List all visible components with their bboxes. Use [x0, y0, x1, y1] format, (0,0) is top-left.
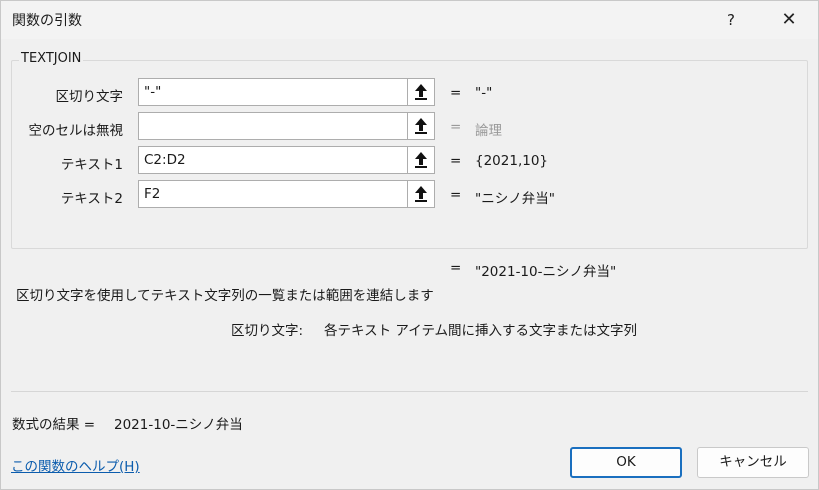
- function-arguments-dialog: 関数の引数 ? ✕ TEXTJOIN 区切り文字 "-" = "-" 空のセルは…: [0, 0, 819, 490]
- arg-input-delimiter[interactable]: "-": [138, 78, 435, 106]
- equals-sign: =: [450, 187, 462, 203]
- close-icon[interactable]: ✕: [769, 4, 809, 36]
- arg-label-ignore-empty: 空のセルは無視: [28, 123, 124, 139]
- arg-value-ignore-empty: 論理: [475, 123, 502, 139]
- arg-input-value: C2:D2: [144, 152, 186, 168]
- collapse-dialog-icon: [415, 186, 427, 202]
- function-name: TEXTJOIN: [19, 51, 84, 66]
- function-help-link[interactable]: この関数のヘルプ(H): [11, 455, 140, 475]
- equals-sign: =: [450, 85, 462, 101]
- arg-label-text2: テキスト2: [60, 191, 123, 207]
- cancel-button[interactable]: キャンセル: [697, 447, 809, 478]
- dialog-title: 関数の引数: [12, 13, 82, 29]
- collapse-dialog-icon: [415, 152, 427, 168]
- formula-result-value: 2021-10-ニシノ弁当: [114, 417, 243, 433]
- collapse-dialog-button[interactable]: [407, 147, 434, 173]
- collapse-dialog-button[interactable]: [407, 113, 434, 139]
- function-description: 区切り文字を使用してテキスト文字列の一覧または範囲を連結します: [16, 288, 434, 304]
- function-result-preview: "2021-10-ニシノ弁当": [475, 264, 617, 280]
- ok-button[interactable]: OK: [570, 447, 682, 478]
- collapse-dialog-icon: [415, 118, 427, 134]
- divider: [11, 391, 808, 392]
- arg-value-delimiter: "-": [475, 85, 493, 101]
- title-bar[interactable]: 関数の引数 ? ✕: [1, 1, 818, 39]
- collapse-dialog-icon: [415, 84, 427, 100]
- arg-input-value: F2: [144, 186, 161, 202]
- arg-input-text2[interactable]: F2: [138, 180, 435, 208]
- result-equals-sign: =: [450, 260, 462, 276]
- arg-input-ignore-empty[interactable]: [138, 112, 435, 140]
- collapse-dialog-button[interactable]: [407, 181, 434, 207]
- arg-value-text1: {2021,10}: [475, 153, 549, 169]
- equals-sign: =: [450, 153, 462, 169]
- formula-result-label: 数式の結果 =: [12, 417, 96, 433]
- arg-value-text2: "ニシノ弁当": [475, 191, 555, 207]
- arg-input-text1[interactable]: C2:D2: [138, 146, 435, 174]
- equals-sign: =: [450, 119, 462, 135]
- arg-label-delimiter: 区切り文字: [55, 89, 124, 105]
- argument-help-text: 各テキスト アイテム間に挿入する文字または文字列: [324, 323, 638, 339]
- arg-input-value: "-": [144, 84, 162, 100]
- collapse-dialog-button[interactable]: [407, 79, 434, 105]
- help-question-icon[interactable]: ?: [713, 4, 749, 36]
- argument-help-name: 区切り文字:: [231, 323, 304, 339]
- arg-label-text1: テキスト1: [60, 157, 123, 173]
